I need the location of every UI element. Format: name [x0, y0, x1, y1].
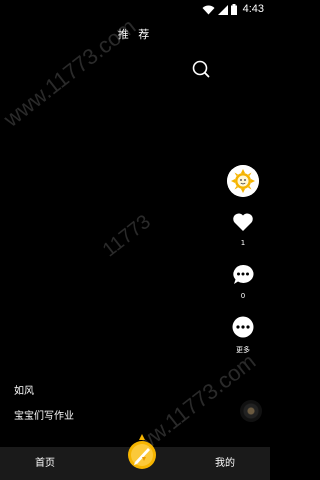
search-icon [190, 60, 212, 84]
more-button[interactable]: 更多 [228, 316, 258, 355]
more-label: 更多 [236, 346, 250, 354]
search-button[interactable] [190, 58, 212, 80]
status-icons: 4:43 [202, 2, 264, 16]
battery-icon [230, 0, 237, 19]
tab-recommend[interactable]: 推 荐 [0, 26, 270, 42]
vip-create-icon [125, 434, 159, 476]
like-count: 1 [240, 239, 246, 247]
comment-button[interactable]: 0 [228, 264, 258, 300]
nav-mine[interactable]: 我的 [180, 447, 270, 480]
app-screen: 4:43 推 荐 www.11773.com 11773 www.11773.c… [0, 0, 270, 480]
avatar-image [227, 165, 259, 197]
music-disc-icon[interactable] [240, 400, 262, 422]
comment-icon [232, 264, 254, 289]
signal-icon [217, 0, 228, 19]
status-bar: 4:43 [0, 0, 270, 18]
status-time: 4:43 [242, 3, 264, 15]
wifi-icon [202, 0, 215, 19]
create-button[interactable] [125, 432, 159, 472]
watermark-center: 11773 [98, 210, 155, 262]
like-button[interactable]: 1 [228, 212, 258, 247]
more-icon [232, 316, 254, 342]
comment-count: 0 [240, 292, 246, 300]
video-description: 宝宝们写作业 [14, 411, 74, 422]
nav-home[interactable]: 首页 [0, 447, 90, 480]
heart-icon [232, 213, 254, 236]
author-avatar[interactable] [227, 165, 259, 197]
author-name[interactable]: 如风 [14, 382, 34, 397]
